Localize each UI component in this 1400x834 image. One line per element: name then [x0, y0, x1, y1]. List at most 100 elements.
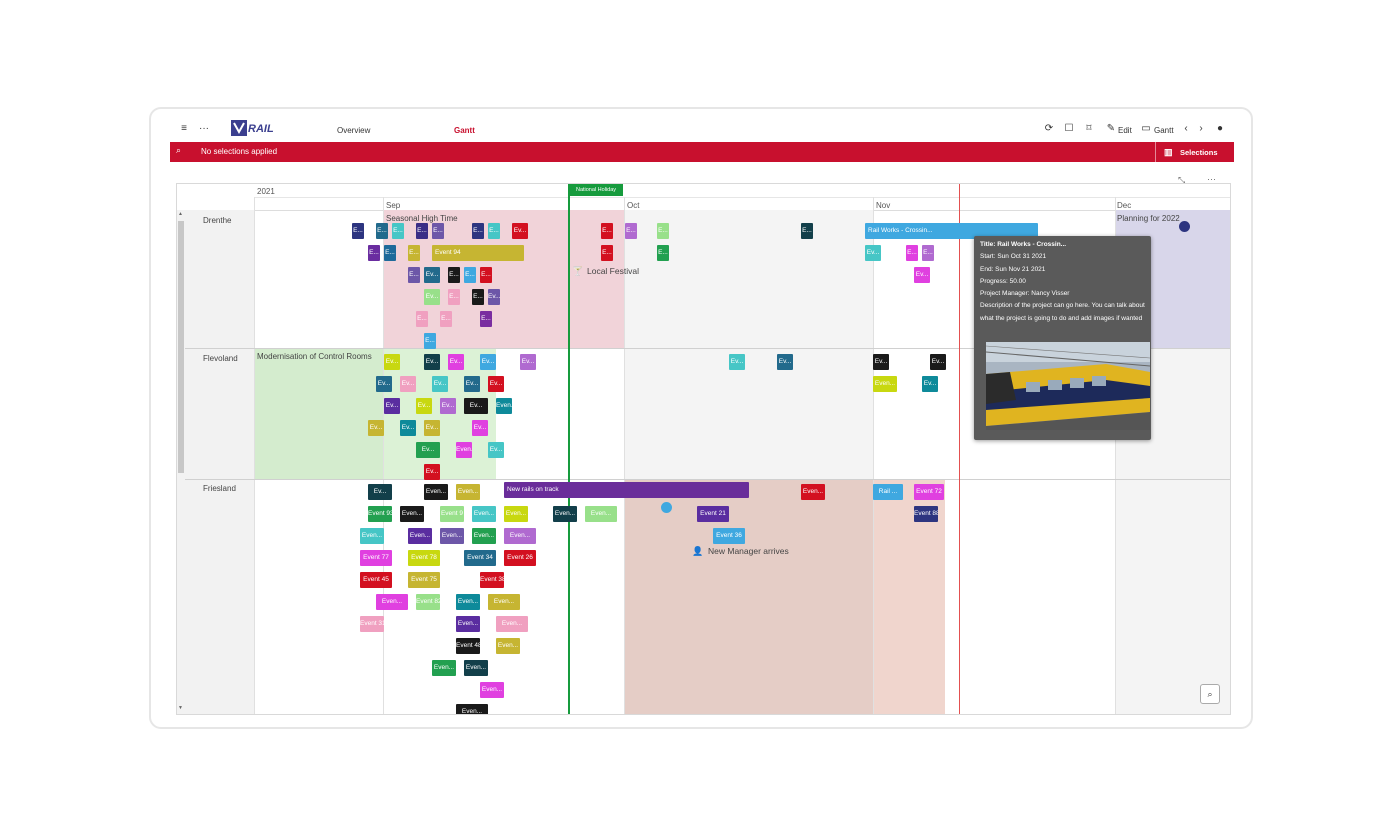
event-chip[interactable]: Event 26 [504, 550, 536, 566]
sheet-icon[interactable]: ▭ [1139, 123, 1153, 134]
event-chip[interactable]: Even... [424, 484, 448, 500]
event-chip[interactable]: Event 72 [914, 484, 944, 500]
event-chip[interactable]: Event 78 [408, 550, 440, 566]
event-chip[interactable]: E... [906, 245, 918, 261]
event-chip[interactable]: E... [408, 245, 420, 261]
scroll-up-icon[interactable]: ▲ [178, 211, 183, 217]
event-chip[interactable]: Even... [472, 528, 496, 544]
event-chip[interactable]: Event 36 [713, 528, 745, 544]
event-chip[interactable]: Even... [480, 682, 504, 698]
event-chip[interactable]: Rail ... [873, 484, 903, 500]
event-chip[interactable]: E... [408, 267, 420, 283]
event-chip[interactable]: E... [368, 245, 380, 261]
event-chip[interactable]: Even... [496, 398, 512, 414]
edit-button[interactable]: Edit [1118, 126, 1132, 135]
sheet-button[interactable]: Gantt [1154, 126, 1174, 135]
event-chip[interactable]: Ev... [368, 484, 392, 500]
event-chip[interactable]: E... [601, 245, 613, 261]
event-chip[interactable]: E... [922, 245, 934, 261]
event-chip[interactable]: Event 77 [360, 550, 392, 566]
next-sheet-icon[interactable]: › [1194, 123, 1208, 134]
event-chip[interactable]: Event 31 [360, 616, 384, 632]
menu-icon[interactable]: ≡ [177, 123, 191, 134]
event-chip[interactable]: Ev... [384, 354, 400, 370]
event-chip[interactable]: Even... [360, 528, 384, 544]
event-chip[interactable]: Ev... [376, 376, 392, 392]
event-chip[interactable]: Even... [585, 506, 617, 522]
event-chip[interactable]: Even... [432, 660, 456, 676]
event-chip[interactable]: Event 45 [360, 572, 392, 588]
event-chip[interactable]: Ev... [777, 354, 793, 370]
event-chip[interactable]: E... [432, 223, 444, 239]
event-chip[interactable]: E... [376, 223, 388, 239]
event-chip[interactable]: E... [472, 289, 484, 305]
event-chip[interactable]: Even... [376, 594, 408, 610]
event-chip[interactable]: Ev... [432, 376, 448, 392]
event-chip[interactable]: Ev... [424, 420, 440, 436]
selections-button[interactable]: ▥ Selections [1155, 142, 1234, 162]
event-chip[interactable]: E... [464, 267, 476, 283]
event-chip[interactable]: Event 88 [914, 506, 938, 522]
event-chip[interactable]: Even... [456, 442, 472, 458]
event-chip[interactable]: Even... [440, 528, 464, 544]
event-chip[interactable]: E... [472, 223, 484, 239]
event-chip[interactable]: Ev... [729, 354, 745, 370]
event-chip[interactable]: Ev... [488, 442, 504, 458]
event-chip[interactable]: Ev... [488, 289, 500, 305]
bar-event-94[interactable]: Event 94 [432, 245, 524, 261]
bookmark-icon[interactable]: ⌑ [1082, 123, 1096, 134]
event-chip[interactable]: Ev... [914, 267, 930, 283]
event-chip[interactable]: E... [440, 311, 452, 327]
event-chip[interactable]: Ev... [520, 354, 536, 370]
event-chip[interactable]: Event 21 [697, 506, 729, 522]
event-chip[interactable]: E... [625, 223, 637, 239]
event-chip[interactable]: Ev... [922, 376, 938, 392]
event-chip[interactable]: Ev... [368, 420, 384, 436]
event-chip[interactable]: E... [801, 223, 813, 239]
event-chip[interactable]: Ev... [464, 376, 480, 392]
event-chip[interactable]: Even... [456, 484, 480, 500]
event-chip[interactable]: Ev... [424, 464, 440, 480]
event-chip[interactable]: E... [448, 267, 460, 283]
event-chip[interactable]: Even... [873, 376, 897, 392]
selection-tool-icon[interactable]: ⌕ [176, 145, 181, 156]
band-friesland-oct[interactable] [624, 480, 873, 714]
event-chip[interactable]: Ev... [424, 289, 440, 305]
event-chip[interactable]: E... [384, 245, 396, 261]
event-chip[interactable]: Even... [408, 528, 432, 544]
event-chip[interactable]: Ev... [424, 354, 440, 370]
event-chip[interactable]: Even... [504, 506, 528, 522]
event-chip[interactable]: Event 9 [440, 506, 464, 522]
event-chip[interactable]: Even... [456, 704, 488, 714]
info-icon[interactable]: ● [1213, 123, 1227, 134]
event-chip[interactable]: E... [488, 223, 500, 239]
event-chip[interactable]: Event 93 [368, 506, 392, 522]
event-chip[interactable]: Event 82 [416, 594, 440, 610]
event-chip[interactable]: Ev... [416, 398, 432, 414]
previous-sheet-icon[interactable]: ‹ [1179, 123, 1193, 134]
event-chip[interactable]: Even... [496, 616, 528, 632]
event-chip[interactable]: Even... [456, 594, 480, 610]
event-chip[interactable]: Event 48 [456, 638, 480, 654]
event-chip[interactable]: Event 34 [464, 550, 496, 566]
event-chip[interactable]: Ev... [464, 398, 488, 414]
event-chip[interactable]: Ev... [384, 398, 400, 414]
event-chip[interactable]: Even... [504, 528, 536, 544]
smart-search-icon[interactable]: ⟳ [1042, 123, 1056, 134]
event-chip[interactable]: Even... [472, 506, 496, 522]
event-chip[interactable]: E... [416, 311, 428, 327]
event-chip[interactable]: Even... [553, 506, 577, 522]
event-chip[interactable]: E... [657, 223, 669, 239]
event-chip[interactable]: E... [480, 311, 492, 327]
event-chip[interactable]: Ev... [488, 376, 504, 392]
event-chip[interactable]: E... [480, 267, 492, 283]
event-chip[interactable]: Ev... [873, 354, 889, 370]
milestone-dot[interactable] [1179, 221, 1190, 232]
milestone-dot[interactable] [661, 502, 672, 513]
event-chip[interactable]: E... [657, 245, 669, 261]
tab-overview[interactable]: Overview [337, 126, 370, 135]
event-chip[interactable]: Ev... [472, 420, 488, 436]
event-chip[interactable]: Event 75 [408, 572, 440, 588]
event-chip[interactable]: Even... [464, 660, 488, 676]
event-chip[interactable]: Event 38 [480, 572, 504, 588]
